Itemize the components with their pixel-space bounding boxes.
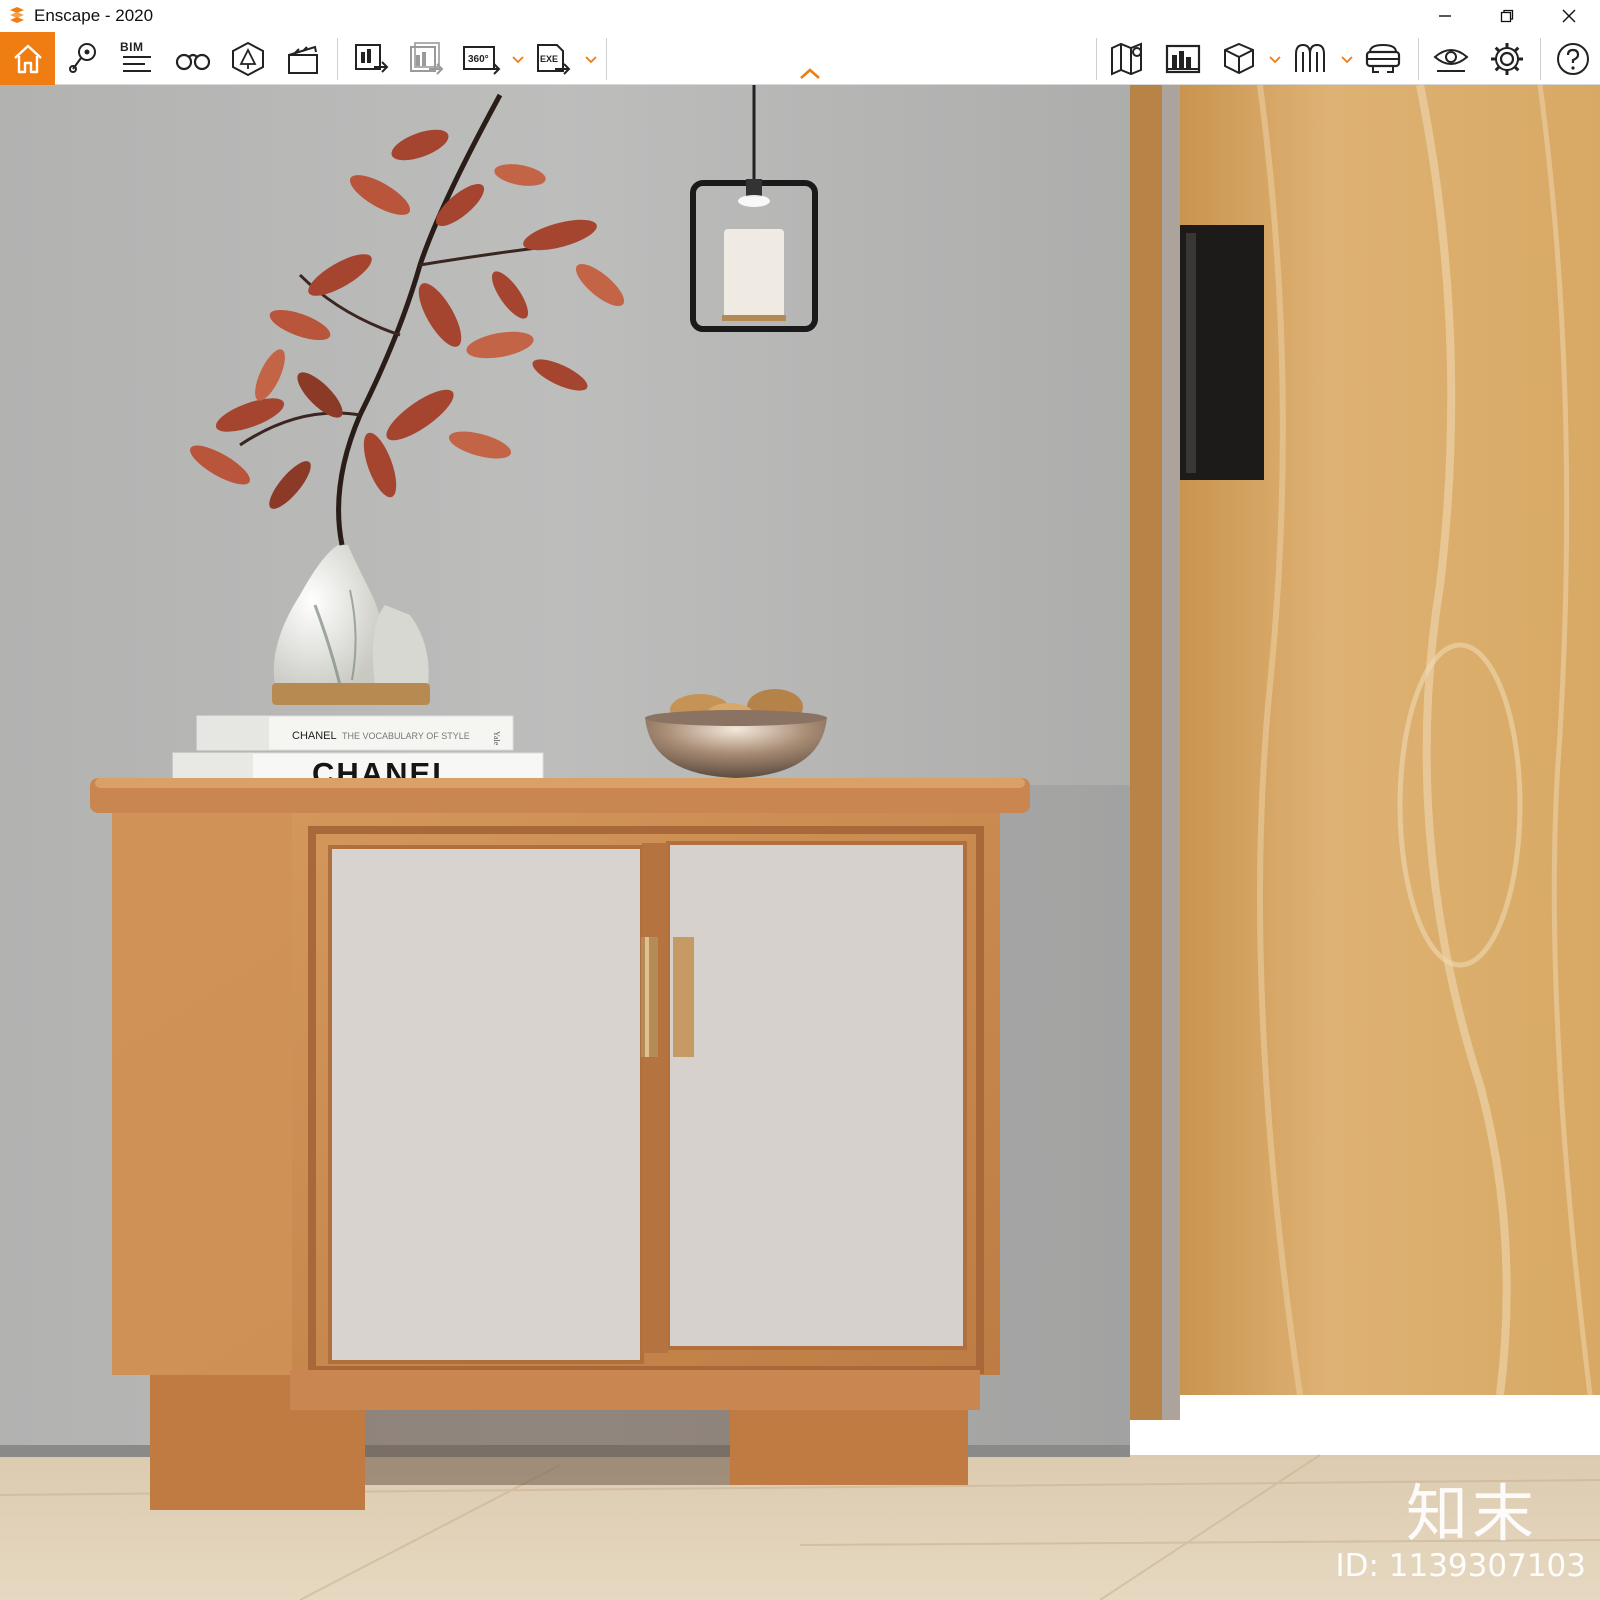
enscape-logo-icon <box>6 5 28 27</box>
screenshot-export-button[interactable] <box>348 36 394 81</box>
minimize-button[interactable] <box>1414 0 1476 32</box>
panorama-dropdown[interactable] <box>511 54 525 66</box>
location-pin-icon <box>69 42 96 73</box>
visual-settings-button[interactable] <box>1287 36 1333 81</box>
toolbar-separator <box>1418 38 1419 80</box>
cabinet-door-right <box>666 841 967 1350</box>
view-visibility-icon <box>1433 48 1469 72</box>
panorama-badge: 360° <box>468 54 489 65</box>
binoculars-button[interactable] <box>170 36 216 81</box>
view-visibility-button[interactable] <box>1428 36 1474 81</box>
cube-view-icon <box>1224 42 1254 74</box>
window-title: Enscape - 2020 <box>34 6 154 25</box>
home-button[interactable] <box>0 32 55 85</box>
chevron-down-icon <box>585 56 597 64</box>
chevron-down-icon <box>1341 56 1353 64</box>
restore-button[interactable] <box>1476 0 1538 32</box>
watermark-brand: 知末 <box>1406 1477 1539 1550</box>
exe-dropdown[interactable] <box>584 54 598 66</box>
vr-headset-button[interactable] <box>1360 36 1406 81</box>
cabinet-plinth <box>290 1370 980 1410</box>
map-button[interactable] <box>1105 36 1151 81</box>
binoculars-icon <box>175 53 211 70</box>
cabinet-handle-left <box>641 937 658 1057</box>
book-top-title: CHANEL <box>292 730 337 742</box>
toolbar-separator <box>1096 38 1097 80</box>
settings-gear-icon <box>1491 42 1523 75</box>
map-icon <box>1111 42 1142 76</box>
help-button[interactable] <box>1550 36 1596 81</box>
settings-button[interactable] <box>1484 36 1530 81</box>
book-top-spine-mark: Yale <box>492 731 501 746</box>
toolbar-separator <box>1540 38 1541 80</box>
watermark-id: ID: 1139307103 <box>1335 1548 1586 1584</box>
batch-render-icon <box>410 41 444 75</box>
close-button[interactable] <box>1538 0 1600 32</box>
video-editor-button[interactable] <box>280 36 326 81</box>
render-viewport[interactable]: CHANEL CHANEL THE VOCABULARY OF STYLE Ya… <box>0 85 1600 1600</box>
close-icon <box>1562 9 1576 23</box>
location-button[interactable] <box>60 36 106 81</box>
cube-view-button[interactable] <box>1216 36 1262 81</box>
door-jamb <box>1130 85 1162 1420</box>
vr-headset-icon <box>1365 43 1401 73</box>
chevron-down-icon <box>1269 56 1281 64</box>
collapse-toolbar-chevron[interactable] <box>797 66 823 82</box>
cube-view-dropdown[interactable] <box>1268 54 1282 66</box>
visual-settings-dropdown[interactable] <box>1340 54 1354 66</box>
bim-button[interactable] <box>114 48 160 80</box>
clapperboard-icon <box>288 45 318 74</box>
title-bar: Enscape - 2020 <box>0 0 1600 32</box>
chevron-up-icon <box>800 68 820 79</box>
toolbar-separator <box>337 38 338 80</box>
pendant-lamp-candle <box>724 229 784 319</box>
site-context-button[interactable] <box>1160 36 1206 81</box>
exe-export-button[interactable]: EXE <box>530 36 576 81</box>
home-icon <box>13 44 42 73</box>
help-icon <box>1557 42 1589 75</box>
rendered-scene: CHANEL CHANEL THE VOCABULARY OF STYLE Ya… <box>0 85 1600 1600</box>
screenshot-export-icon <box>355 43 389 73</box>
vase-brass-base <box>272 683 430 705</box>
asset-library-button[interactable] <box>225 36 271 81</box>
site-context-icon <box>1165 44 1201 73</box>
cabinet-door-left <box>328 845 644 1364</box>
minimize-icon <box>1439 15 1451 17</box>
book-top-subtitle: THE VOCABULARY OF STYLE <box>342 731 470 741</box>
asset-library-icon <box>232 41 264 76</box>
bim-list-icon <box>123 56 151 72</box>
exe-badge: EXE <box>540 54 558 64</box>
panorama-export-button[interactable]: 360° <box>458 36 504 81</box>
exe-export-icon: EXE <box>537 43 571 75</box>
panorama-360-icon: 360° <box>463 45 501 75</box>
chevron-down-icon <box>512 56 524 64</box>
batch-render-button[interactable] <box>403 36 449 81</box>
visual-settings-icon <box>1295 43 1325 72</box>
restore-icon <box>1500 9 1514 23</box>
cabinet-handle-right <box>673 937 694 1057</box>
toolbar-separator <box>606 38 607 80</box>
